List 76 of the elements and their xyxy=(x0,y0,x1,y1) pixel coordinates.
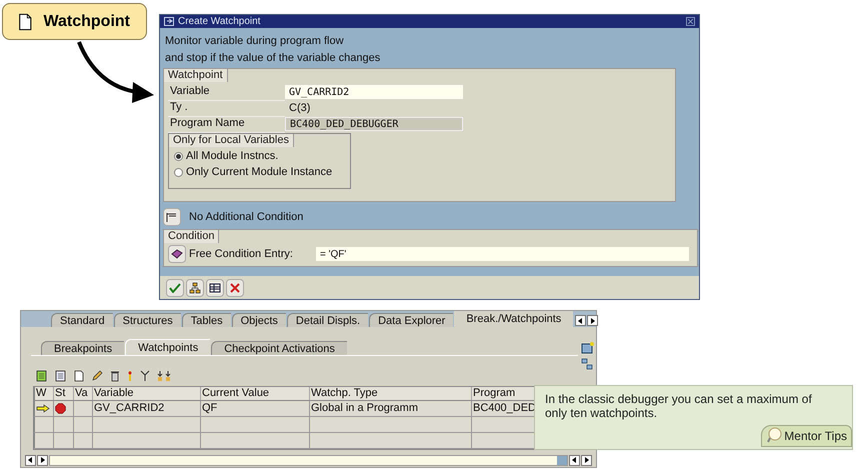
tip-text: In the classic debugger you can set a maximum of only ten watchpoints. xyxy=(545,392,813,420)
close-icon xyxy=(688,19,693,24)
scroll-left-button[interactable] xyxy=(25,454,36,466)
group-title: Only for Local Variables xyxy=(169,134,294,147)
radio-option[interactable]: All Module Instncs. xyxy=(174,150,350,163)
confirm-button[interactable] xyxy=(166,278,184,296)
window-icon xyxy=(580,342,594,354)
checkmark-icon xyxy=(169,282,181,292)
mentor-tips-badge: Mentor Tips xyxy=(761,425,852,447)
left-triangle-icon xyxy=(578,318,584,324)
type-value: C(3) xyxy=(288,100,312,116)
left-triangle-icon xyxy=(572,457,577,463)
flag-icon xyxy=(166,212,178,222)
radio-option[interactable]: Only Current Module Instance xyxy=(174,166,350,179)
horizontal-scrollbar[interactable] xyxy=(49,454,568,466)
table-cell-text: Global in a Programm xyxy=(311,401,418,416)
scroll-right-button[interactable] xyxy=(587,315,598,326)
radio-button[interactable] xyxy=(174,168,183,177)
column-header[interactable]: Watchp. Type xyxy=(310,387,472,400)
condition-toggle-button[interactable] xyxy=(163,208,181,226)
sub-tab[interactable]: Breakpoints xyxy=(41,341,124,355)
column-header[interactable]: Variable xyxy=(93,387,201,400)
column-header[interactable]: W xyxy=(35,387,54,400)
variable-field[interactable]: GV_CARRID2 xyxy=(285,85,463,99)
right-triangle-icon xyxy=(590,318,596,324)
scroll-left-button[interactable] xyxy=(575,315,586,326)
hierarchy-icon xyxy=(189,282,201,294)
tab[interactable]: Standard xyxy=(51,313,113,327)
group-title: Watchpoint xyxy=(164,69,228,82)
program-name-field[interactable]: BC400_DED_DEBUGGER xyxy=(285,117,463,131)
tab[interactable]: Break./Watchpoints xyxy=(454,311,574,327)
column-header[interactable]: St xyxy=(54,387,74,400)
tab[interactable]: Objects xyxy=(232,313,286,327)
radio-button[interactable] xyxy=(174,152,183,161)
table-cell-text: GV_CARRID2 xyxy=(94,401,164,416)
right-arrow-icon xyxy=(36,404,50,413)
scroll-right-button[interactable] xyxy=(37,454,48,466)
window-title: Create Watchpoint xyxy=(178,16,260,28)
tab[interactable]: Data Explorer xyxy=(369,313,454,327)
table-icon xyxy=(55,370,67,382)
column-header[interactable]: Va xyxy=(74,387,93,400)
condition-field[interactable]: = 'QF' xyxy=(316,247,689,261)
right-triangle-icon xyxy=(584,457,589,463)
stop-sign-icon xyxy=(55,403,66,414)
condition-book-button[interactable] xyxy=(168,245,186,263)
pencil-icon xyxy=(91,370,103,382)
window-icon xyxy=(164,17,174,26)
intro-text: and stop if the value of the variable changes xyxy=(165,52,382,65)
document-icon xyxy=(74,370,84,382)
field-label: Ty . xyxy=(168,99,285,117)
condition-toggle-label: No Additional Condition xyxy=(189,210,304,225)
right-triangle-icon xyxy=(40,457,45,463)
column-header[interactable]: Current Value xyxy=(201,387,310,400)
tab[interactable]: Tables xyxy=(182,313,231,327)
table-cell-text: QF xyxy=(202,401,218,416)
tab[interactable]: Detail Displs. xyxy=(286,313,368,327)
tree-button[interactable] xyxy=(186,278,204,296)
arrows-icon xyxy=(157,370,171,382)
tab[interactable]: Structures xyxy=(114,313,181,327)
left-triangle-icon xyxy=(28,457,33,463)
intro-text: Monitor variable during program flow xyxy=(165,35,345,48)
sub-tab[interactable]: Watchpoints xyxy=(125,339,210,355)
scroll-right-button[interactable] xyxy=(581,454,592,466)
table-cell-text: BC400_DED xyxy=(473,401,536,416)
layout-button[interactable] xyxy=(206,278,224,296)
trash-icon xyxy=(110,370,120,382)
scroll-left-button[interactable] xyxy=(569,454,580,466)
close-button[interactable] xyxy=(686,17,695,26)
table-icon xyxy=(36,370,48,382)
sub-tab[interactable]: Checkpoint Activations xyxy=(211,341,347,355)
callout-label: Watchpoint xyxy=(2,3,147,40)
grid-icon xyxy=(209,282,221,292)
close-icon xyxy=(230,282,240,292)
group-title: Condition xyxy=(164,230,220,243)
cancel-button[interactable] xyxy=(226,278,244,296)
field-label: Free Condition Entry: xyxy=(189,246,294,262)
